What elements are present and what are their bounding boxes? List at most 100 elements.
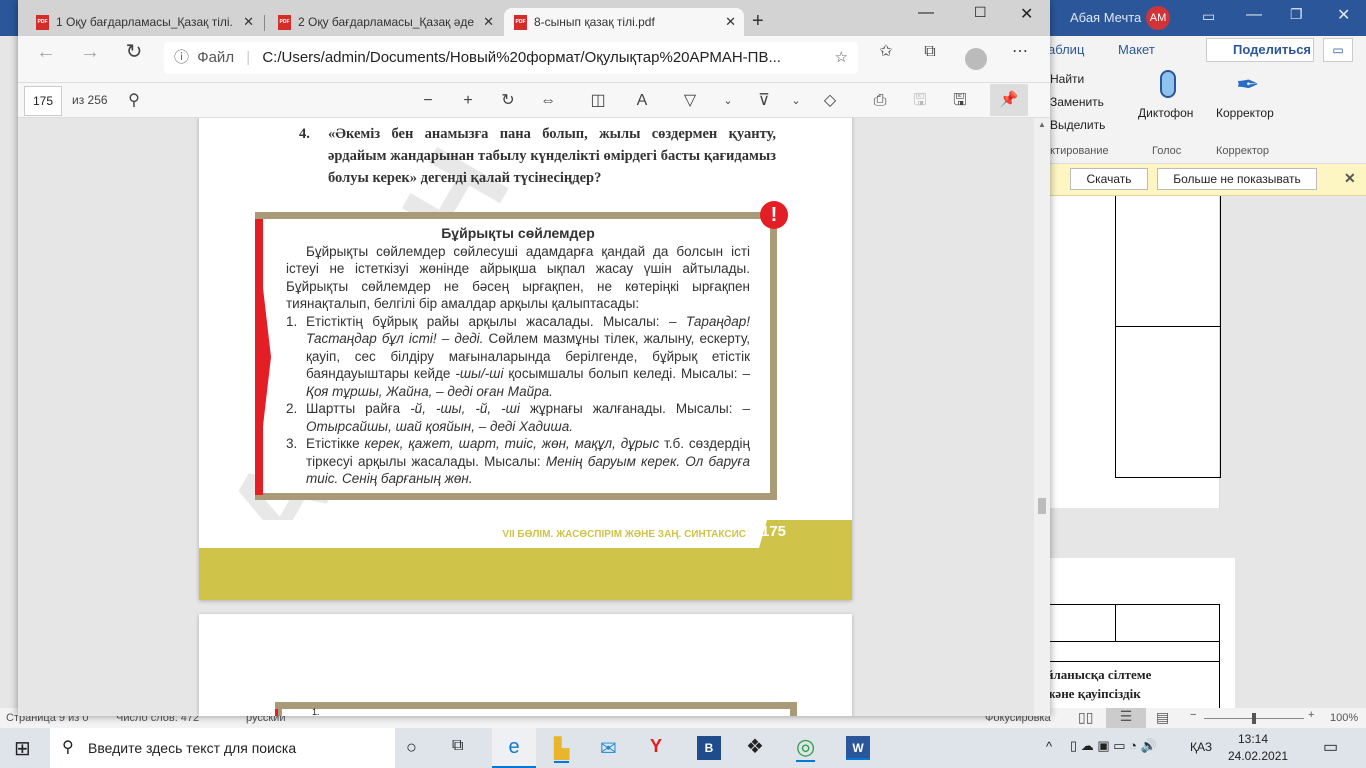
collections-icon[interactable]: ⧉ bbox=[918, 34, 942, 70]
draw-icon[interactable]: ▽ bbox=[678, 83, 702, 119]
save-as-icon[interactable]: 🖫 bbox=[948, 83, 972, 119]
tray-overflow-icon[interactable]: ^ bbox=[1046, 739, 1052, 754]
microphone-icon[interactable] bbox=[1160, 70, 1176, 98]
group-editing-label: актирование bbox=[1044, 145, 1109, 157]
tray-icons[interactable]: ▯ ☁ ▣ ▭ ◔ 🔊 bbox=[1070, 738, 1157, 754]
tab-table[interactable]: аблиц bbox=[1048, 42, 1084, 57]
close-tab-icon[interactable]: ✕ bbox=[483, 8, 494, 36]
close-window-icon[interactable]: ✕ bbox=[1020, 4, 1033, 24]
draw-chevron-icon[interactable]: ⌄ bbox=[716, 83, 740, 119]
close-tab-icon[interactable]: ✕ bbox=[243, 8, 254, 36]
zoom-slider[interactable] bbox=[1204, 713, 1304, 724]
red-stripe bbox=[275, 709, 278, 716]
read-mode-icon[interactable]: ▯▯ bbox=[1078, 709, 1093, 726]
profile-avatar[interactable] bbox=[965, 48, 987, 70]
favorites-icon[interactable]: ✩ bbox=[874, 34, 898, 70]
tab-3-active[interactable]: PDF 8-сынып қазақ тілі.pdf ✕ bbox=[504, 8, 744, 36]
vertical-scrollbar[interactable]: ▲ bbox=[1034, 118, 1050, 716]
zoom-level[interactable]: 100% bbox=[1330, 712, 1358, 724]
doc-table-line bbox=[1115, 604, 1116, 641]
close-icon[interactable]: ✕ bbox=[1337, 5, 1350, 25]
taskbar-search-input[interactable]: ⚲ Введите здесь текст для поиска bbox=[50, 728, 395, 768]
url-input[interactable]: ⓘ Файл | C:/Users/admin/Documents/Новый%… bbox=[164, 42, 858, 74]
edge-app-icon[interactable]: e bbox=[492, 728, 536, 768]
find-button[interactable]: Найти bbox=[1050, 72, 1084, 86]
highlight-icon[interactable]: ⊽ bbox=[752, 83, 776, 119]
pin-toolbar-icon[interactable]: 📌 bbox=[990, 84, 1028, 116]
scroll-up-icon[interactable]: ▲ bbox=[1038, 120, 1046, 129]
pdf-viewer: АРМАН 4. «Әкеміз бен анамызға пана болып… bbox=[18, 118, 1050, 716]
eraser-icon[interactable]: ◇ bbox=[818, 83, 842, 119]
zoom-out-icon[interactable]: − bbox=[1190, 709, 1196, 721]
minimize-icon[interactable]: — bbox=[1246, 6, 1262, 24]
rotate-icon[interactable]: ↻ bbox=[496, 83, 520, 119]
read-aloud-icon[interactable]: A bbox=[630, 83, 654, 119]
tab-label: 1 Оқу бағдарламасы_Қазақ тілі. bbox=[56, 15, 233, 29]
share-label: Поделиться bbox=[1233, 42, 1312, 57]
download-button[interactable]: Скачать bbox=[1070, 168, 1148, 190]
print-layout-icon[interactable]: ☰ bbox=[1106, 708, 1146, 728]
tab-layout[interactable]: Макет bbox=[1118, 42, 1155, 57]
share-button[interactable]: Поделиться bbox=[1206, 38, 1314, 62]
close-tab-icon[interactable]: ✕ bbox=[725, 8, 736, 36]
zoom-out-icon[interactable]: − bbox=[416, 83, 440, 119]
notifications-icon[interactable]: ▭ bbox=[1323, 737, 1338, 757]
minimize-icon[interactable]: — bbox=[918, 4, 934, 22]
question-text: «Әкеміз бен анамызға пана болып, жылы сө… bbox=[328, 126, 776, 186]
mail-icon[interactable]: ✉ bbox=[600, 736, 617, 761]
scrollbar-thumb[interactable] bbox=[1038, 498, 1046, 514]
add-favorite-icon[interactable]: ☆ bbox=[835, 42, 848, 74]
editor-pen-icon[interactable]: ✒ bbox=[1236, 68, 1259, 101]
page-number-input[interactable]: 175 bbox=[24, 86, 62, 116]
fit-width-icon[interactable]: ⇔ bbox=[536, 83, 560, 119]
pdf-icon: PDF bbox=[278, 15, 291, 30]
search-icon[interactable]: ⚲ bbox=[122, 83, 146, 119]
doc-table-cell bbox=[1115, 196, 1221, 478]
close-message-icon[interactable]: ✕ bbox=[1344, 170, 1356, 187]
web-layout-icon[interactable]: ▤ bbox=[1156, 709, 1169, 726]
doc-table-line bbox=[1040, 661, 1220, 662]
restore-icon[interactable]: ❐ bbox=[1290, 6, 1303, 23]
ribbon-display-icon[interactable]: ▭ bbox=[1202, 8, 1215, 25]
select-button[interactable]: Выделить bbox=[1050, 118, 1105, 132]
clock-date[interactable]: 24.02.2021 bbox=[1228, 749, 1288, 763]
app-b-icon[interactable]: B bbox=[697, 736, 721, 760]
dropbox-icon[interactable]: ❖ bbox=[746, 734, 764, 759]
replace-button[interactable]: Заменить bbox=[1050, 95, 1104, 109]
tab-1[interactable]: PDF 1 Оқу бағдарламасы_Қазақ тілі. ✕ bbox=[26, 8, 262, 36]
more-icon[interactable]: ⋯ bbox=[1008, 34, 1032, 70]
tab-label: 8-сынып қазақ тілі.pdf bbox=[534, 15, 655, 29]
chrome-icon[interactable]: ◎ bbox=[796, 734, 816, 762]
pdf-icon: PDF bbox=[36, 15, 49, 30]
back-icon[interactable]: ← bbox=[34, 34, 58, 70]
save-icon[interactable]: 🖫 bbox=[908, 83, 932, 119]
clock-time[interactable]: 13:14 bbox=[1238, 732, 1268, 746]
avatar[interactable]: АМ bbox=[1146, 6, 1170, 30]
new-tab-icon[interactable]: + bbox=[752, 10, 764, 33]
box-title: Бұйрықты сөйлемдер bbox=[441, 225, 595, 241]
page-footer-band: VII БӨЛІМ. ЖАСӨСПІРІМ ЖӘНЕ ЗАҢ. СИНТАКСИ… bbox=[199, 520, 852, 600]
windows-start-icon[interactable]: ⊞ bbox=[14, 736, 31, 761]
forward-icon[interactable]: → bbox=[78, 34, 102, 70]
print-icon[interactable]: ⎙ bbox=[868, 83, 892, 119]
dont-show-button[interactable]: Больше не показывать bbox=[1157, 168, 1317, 190]
maximize-icon[interactable]: ☐ bbox=[974, 4, 987, 21]
word-app-icon[interactable]: W bbox=[846, 736, 870, 760]
yandex-icon[interactable]: Y bbox=[650, 736, 662, 757]
cortana-icon[interactable]: ○ bbox=[406, 737, 417, 758]
zoom-slider-thumb[interactable] bbox=[1252, 713, 1256, 724]
refresh-icon[interactable]: ↻ bbox=[122, 34, 146, 70]
editor-button[interactable]: Корректор bbox=[1216, 106, 1274, 120]
tab-2[interactable]: PDF 2 Оқу бағдарламасы_Қазақ әде ✕ bbox=[268, 8, 502, 36]
zoom-in-icon[interactable]: + bbox=[1308, 709, 1314, 721]
comments-icon[interactable]: ▭ bbox=[1323, 38, 1353, 62]
language-indicator[interactable]: ҚАЗ bbox=[1190, 740, 1212, 754]
page-view-icon[interactable]: ◫ bbox=[586, 83, 610, 119]
task-view-icon[interactable]: ⧉ bbox=[452, 737, 463, 755]
pdf-toolbar: 175 из 256 ⚲ − + ↻ ⇔ ◫ A ▽ ⌄ ⊽ ⌄ ◇ ⎙ 🖫 🖫… bbox=[18, 82, 1050, 118]
file-explorer-icon[interactable]: ▙ bbox=[554, 736, 570, 763]
zoom-in-icon[interactable]: + bbox=[456, 83, 480, 119]
highlight-chevron-icon[interactable]: ⌄ bbox=[784, 83, 808, 119]
doc-page-top bbox=[1040, 196, 1221, 508]
dictate-button[interactable]: Диктофон bbox=[1138, 106, 1193, 120]
